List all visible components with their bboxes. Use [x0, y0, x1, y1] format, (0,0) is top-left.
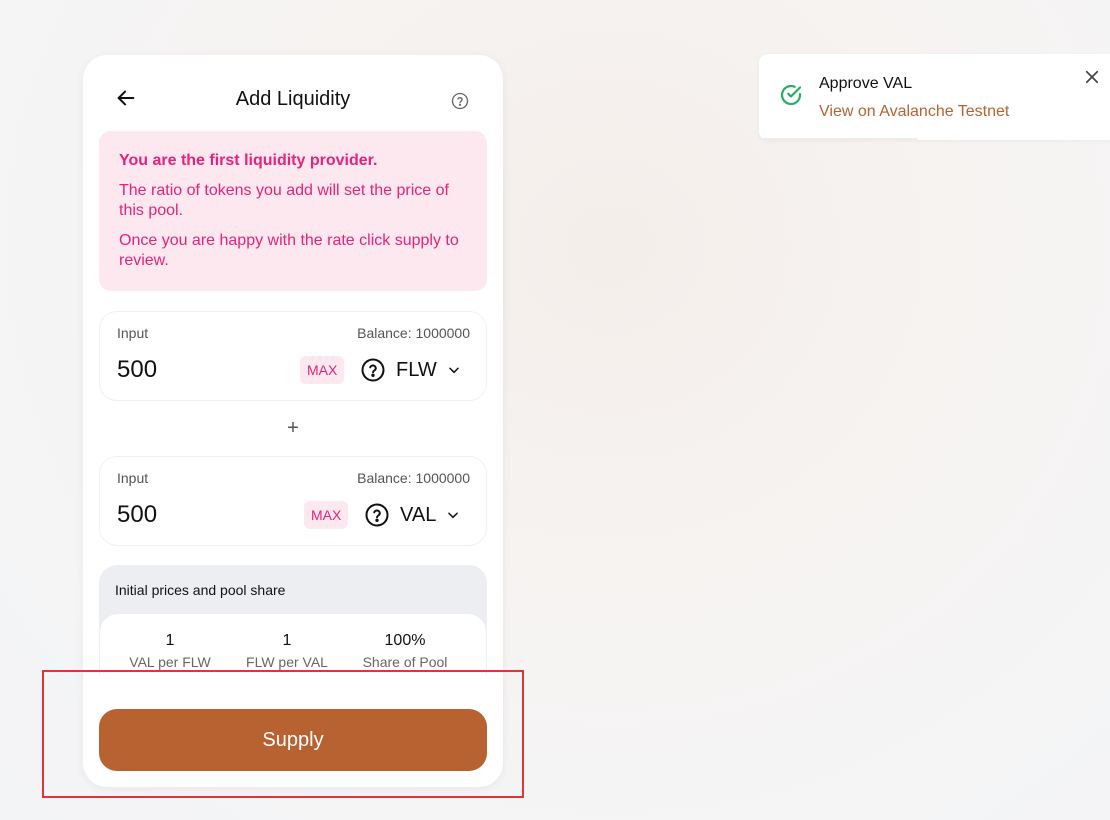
card-header: Add Liquidity: [83, 55, 503, 131]
price-label: VAL per FLW: [129, 654, 211, 670]
price-label: Share of Pool: [362, 654, 448, 670]
prices-values: 1 VAL per FLW 1 FLW per VAL 100% Share o…: [100, 614, 486, 689]
token-select-a[interactable]: FLW: [361, 356, 461, 384]
price-value: 1: [282, 632, 292, 649]
token-input-a: Input Balance: 1000000 MAX FLW: [99, 311, 487, 401]
balance-label: Balance: 1000000: [357, 470, 470, 486]
question-circle-icon: [365, 503, 389, 527]
price-value: 1: [165, 632, 175, 649]
prices-and-pool-share: Initial prices and pool share 1 VAL per …: [99, 565, 487, 689]
supply-button[interactable]: Supply: [99, 709, 487, 771]
close-icon[interactable]: [1083, 68, 1101, 86]
price-item: 1 VAL per FLW: [105, 631, 235, 670]
input-label: Input: [117, 470, 149, 486]
explorer-link[interactable]: View on Avalanche Testnet: [819, 103, 1009, 121]
check-circle-icon: [780, 84, 802, 106]
price-item: 1 FLW per VAL: [222, 631, 352, 670]
token-select-b[interactable]: VAL: [365, 501, 460, 529]
amount-input-a[interactable]: [117, 356, 267, 384]
price-value: 100%: [384, 632, 426, 649]
plus-icon: +: [287, 417, 299, 439]
price-label: FLW per VAL: [246, 654, 328, 670]
chevron-down-icon: [448, 367, 459, 374]
amount-input-b[interactable]: [117, 501, 267, 529]
notice-text-ratio: The ratio of tokens you add will set the…: [119, 182, 449, 219]
first-provider-notice: You are the first liquidity provider. Th…: [99, 131, 487, 291]
token-symbol: FLW: [396, 358, 437, 381]
input-label: Input: [117, 325, 149, 341]
question-circle-icon[interactable]: [451, 92, 469, 110]
notice-text-supply: Once you are happy with the rate click s…: [119, 232, 459, 269]
balance-label: Balance: 1000000: [357, 325, 470, 341]
question-circle-icon: [361, 358, 385, 382]
page-title: Add Liquidity: [235, 88, 351, 110]
add-liquidity-card: Add Liquidity You are the first liquidit…: [83, 55, 503, 787]
toast-progress: [759, 138, 917, 140]
max-button-b[interactable]: MAX: [304, 501, 349, 529]
toast-title: Approve VAL: [819, 75, 913, 92]
prices-title: Initial prices and pool share: [115, 582, 286, 598]
max-button-a[interactable]: MAX: [300, 356, 345, 384]
notice-title: You are the first liquidity provider.: [119, 152, 378, 169]
price-item: 100% Share of Pool: [340, 631, 470, 670]
chevron-down-icon: [448, 512, 459, 519]
token-input-b: Input Balance: 1000000 MAX VAL: [99, 456, 487, 546]
token-symbol: VAL: [400, 503, 437, 526]
transaction-toast: Approve VAL View on Avalanche Testnet: [759, 54, 1110, 140]
